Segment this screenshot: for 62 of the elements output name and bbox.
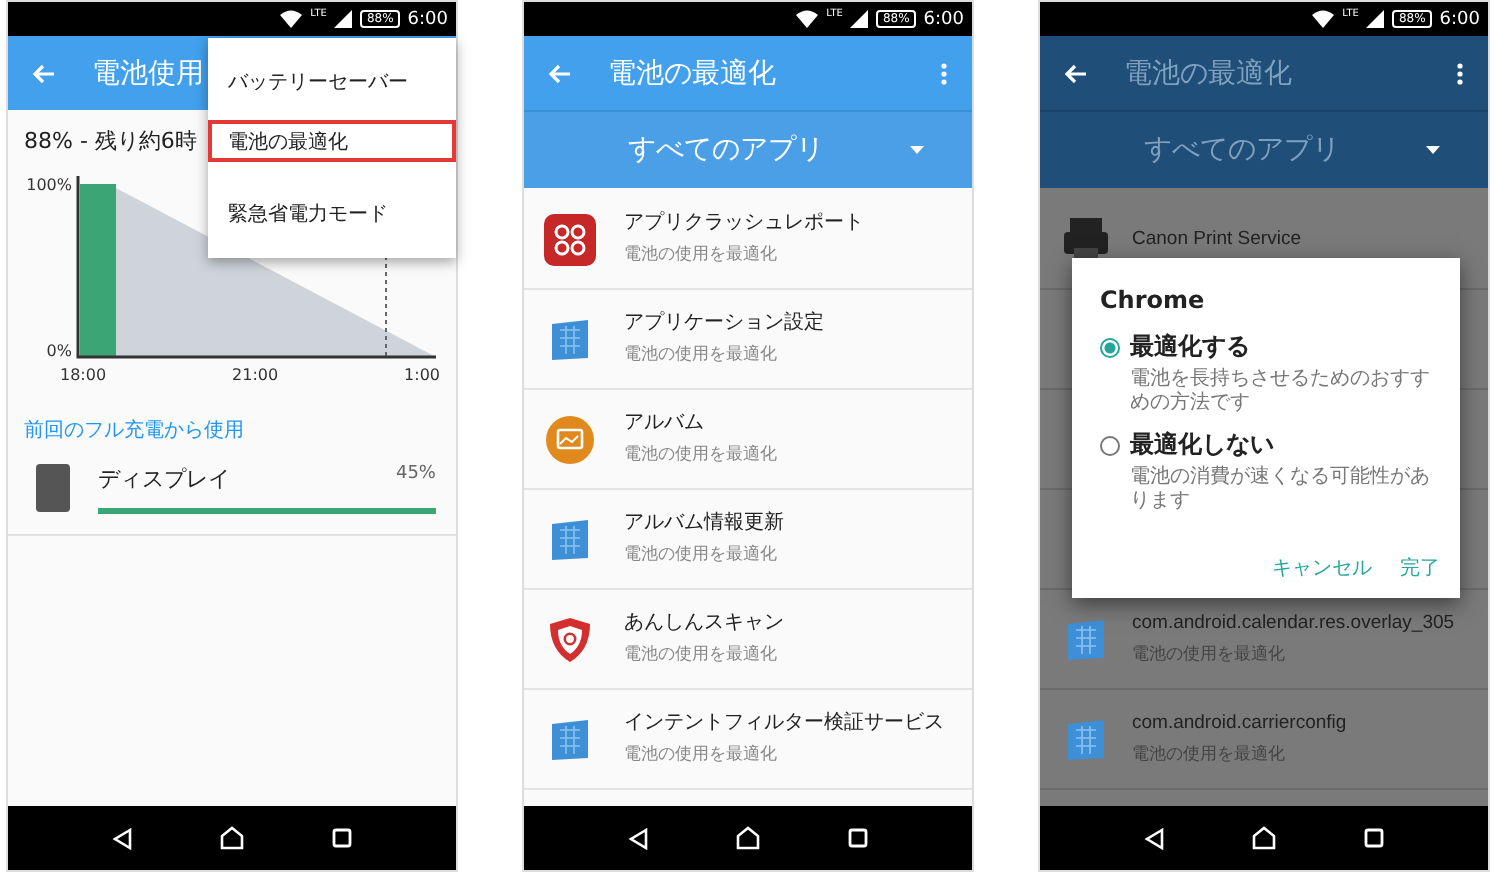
back-icon[interactable] (112, 827, 132, 849)
wifi-icon (796, 10, 819, 28)
app-name[interactable]: com.android.carrierconfig (1132, 710, 1347, 736)
app-name[interactable]: Canon Print Service (1132, 226, 1301, 252)
app-status: 電池の使用を最適化 (624, 442, 777, 466)
signal-icon (1366, 10, 1385, 28)
app-name[interactable]: com.android.calendar.res.overlay_305 (1132, 610, 1455, 636)
shield-icon (544, 613, 596, 665)
x-axis-label: 1:00 (404, 366, 440, 384)
screen-title: 電池の最適化 (1124, 55, 1292, 91)
radio-button[interactable] (1100, 435, 1120, 455)
app-status: 電池の使用を最適化 (624, 342, 779, 366)
status-time: 6:00 (407, 9, 448, 29)
recent-apps-icon[interactable] (332, 828, 352, 848)
radio-button[interactable] (1100, 337, 1120, 357)
app-name[interactable]: アプリケーション設定 (624, 310, 824, 336)
app-status: 電池の使用を最適化 (624, 542, 777, 566)
app-status: 電池の使用を最適化 (624, 642, 777, 666)
menu-item[interactable]: 電池の最適化 (208, 120, 456, 162)
x-axis-label: 21:00 (232, 366, 279, 384)
back-icon[interactable] (628, 827, 648, 849)
option-label[interactable]: 最適化する (1130, 330, 1250, 364)
dropdown-caret-icon[interactable] (1426, 146, 1440, 154)
signal-icon (334, 10, 353, 28)
recent-apps-icon[interactable] (848, 828, 868, 848)
app-name[interactable]: あんしんスキャン (624, 610, 804, 636)
option-description: 電池の消費が速くなる可能性があります (1128, 466, 1432, 514)
y-axis-label: 0% (46, 342, 72, 360)
dialog-title: Chrome (1100, 286, 1207, 314)
section-header: 前回のフル充電から使用 (22, 417, 246, 446)
signal-icon (850, 10, 869, 28)
app-name[interactable]: アプリクラッシュレポート (624, 210, 864, 236)
home-icon[interactable] (736, 826, 760, 850)
wifi-icon (1312, 10, 1335, 28)
app-status: 電池の使用を最適化 (624, 742, 779, 766)
app-name[interactable]: アルバム情報更新 (624, 510, 804, 536)
photo-album-icon (544, 413, 596, 465)
x-axis-label: 18:00 (60, 366, 107, 384)
home-icon[interactable] (220, 826, 244, 850)
recent-apps-icon[interactable] (1364, 828, 1384, 848)
back-icon[interactable] (1144, 827, 1164, 849)
screen-title: 電池の最適化 (608, 55, 776, 91)
back-arrow-icon[interactable] (1064, 63, 1088, 83)
status-time: 6:00 (1439, 9, 1480, 29)
display-icon (36, 464, 70, 512)
wifi-icon (280, 10, 303, 28)
usage-percent: 45% (395, 464, 436, 488)
app-status: 電池の使用を最適化 (624, 242, 779, 266)
y-axis-label: 100% (26, 176, 72, 194)
more-options-icon[interactable] (1456, 61, 1464, 85)
app-grid-icon (544, 213, 596, 265)
menu-item[interactable]: バッテリーセーバー (208, 46, 456, 116)
usage-item-name[interactable]: ディスプレイ (98, 464, 230, 494)
home-icon[interactable] (1252, 826, 1276, 850)
battery-summary: 88% - 残り約6時 (22, 126, 199, 158)
menu-item[interactable]: 緊急省電力モード (208, 178, 456, 248)
option-description: 電池を長持ちさせるためのおすすめの方法です (1128, 368, 1432, 416)
app-name[interactable]: インテントフィルター検証サービス (624, 710, 944, 736)
status-time: 6:00 (923, 9, 964, 29)
app-name[interactable]: アルバム (624, 410, 804, 436)
option-label[interactable]: 最適化しない (1130, 428, 1274, 462)
screen-title: 電池使用 (92, 55, 204, 91)
